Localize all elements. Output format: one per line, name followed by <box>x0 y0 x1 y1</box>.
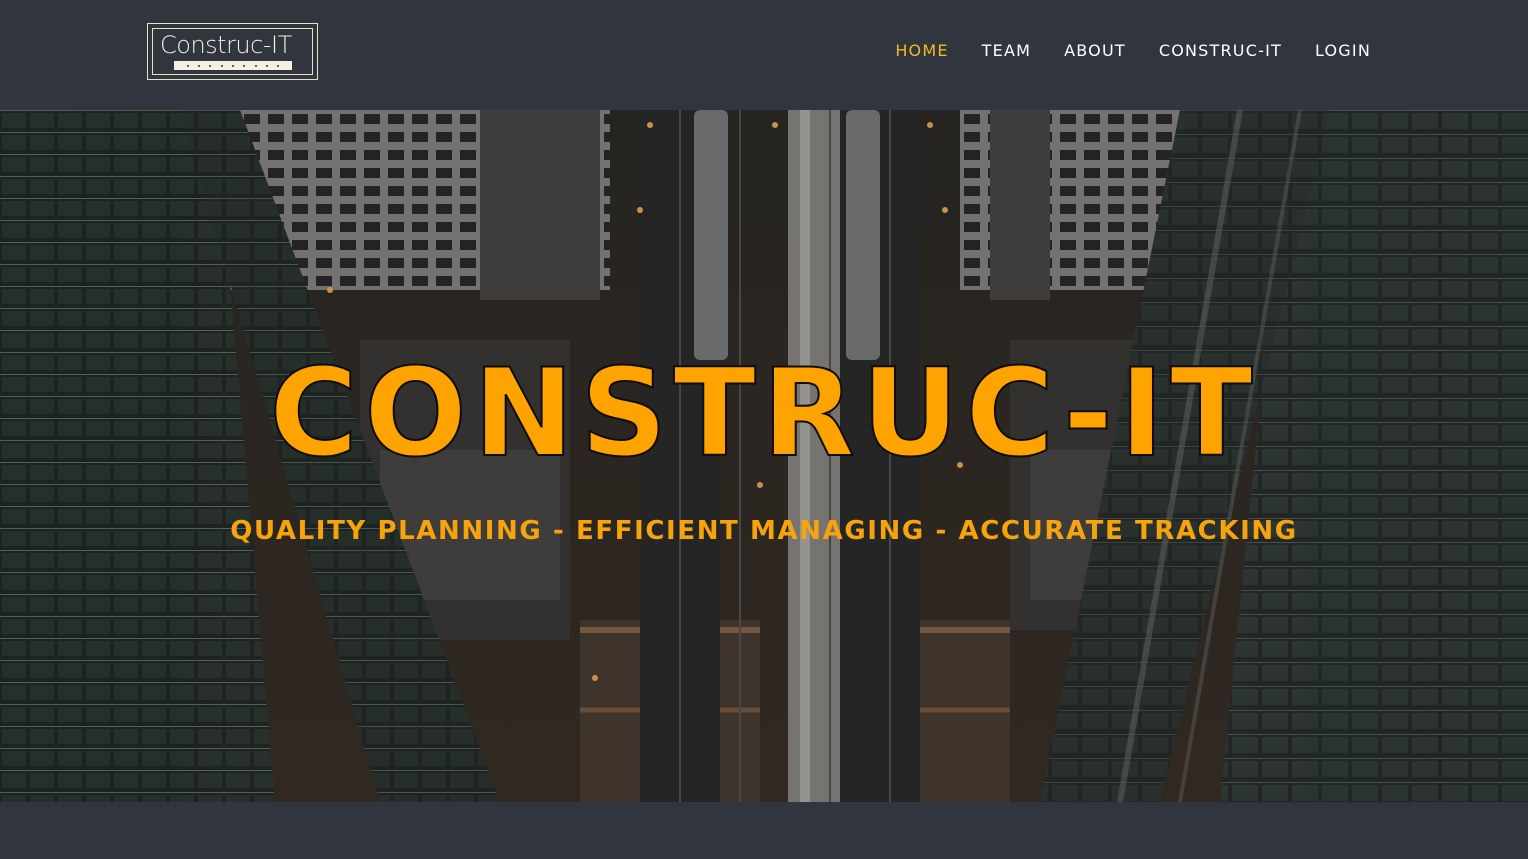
nav-item-team[interactable]: TEAM <box>982 40 1031 62</box>
logo-text: Construc-IT <box>160 31 292 59</box>
site-header: Construc-IT HOME TEAM ABOUT CONSTRUC-IT … <box>0 0 1528 110</box>
hero-title: CONSTRUC-IT <box>268 343 1259 485</box>
nav-item-login[interactable]: LOGIN <box>1315 40 1371 62</box>
nav-item-about[interactable]: ABOUT <box>1064 40 1126 62</box>
site-logo[interactable]: Construc-IT <box>147 23 318 80</box>
hero-section: CONSTRUC-IT QUALITY PLANNING - EFFICIENT… <box>0 110 1528 802</box>
below-hero-band <box>0 802 1528 859</box>
logo-ruler-bar <box>174 61 292 70</box>
hero-tagline: QUALITY PLANNING - EFFICIENT MANAGING - … <box>230 516 1298 546</box>
main-navigation: HOME TEAM ABOUT CONSTRUC-IT LOGIN <box>895 40 1371 62</box>
nav-item-home[interactable]: HOME <box>895 40 948 62</box>
nav-item-construc-it[interactable]: CONSTRUC-IT <box>1159 40 1282 62</box>
